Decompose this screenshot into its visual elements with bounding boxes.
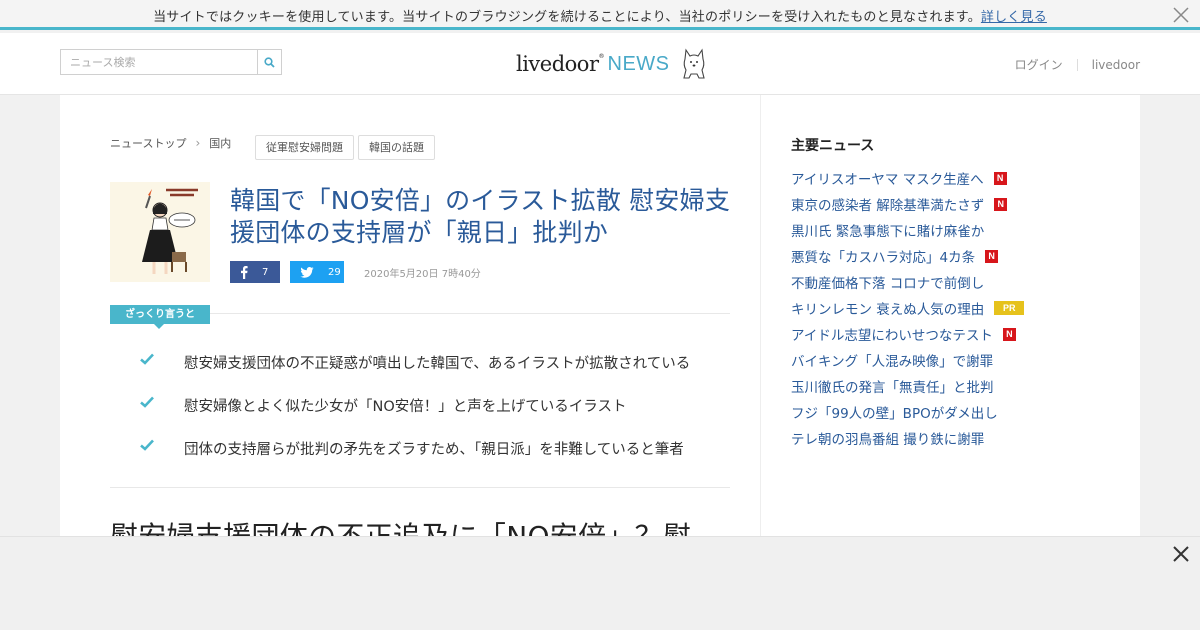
news-item-text: テレ朝の羽鳥番組 撮り鉄に謝罪 <box>791 432 985 448</box>
news-item[interactable]: 不動産価格下落 コロナで前倒し <box>791 269 1024 295</box>
news-item-text: 玉川徹氏の発言「無責任」と批判 <box>791 380 994 396</box>
news-item-text: 東京の感染者 解除基準満たさず <box>791 198 985 214</box>
cookie-details-link[interactable]: 詳しく見る <box>981 10 1047 25</box>
close-icon[interactable] <box>1172 545 1190 563</box>
logo-news: NEWS <box>607 52 670 75</box>
article-thumbnail[interactable] <box>110 182 210 282</box>
news-item-text: バイキング「人混み映像」で謝罪 <box>791 354 994 370</box>
bottom-ad-overlay <box>0 536 1200 630</box>
search-icon <box>264 56 275 68</box>
cookie-message: 当サイトではクッキーを使用しています。当サイトのブラウジングを続けることにより、… <box>0 6 1200 25</box>
article-tags: 従軍慰安婦問題 韓国の話題 <box>255 135 435 160</box>
facebook-icon <box>241 265 248 279</box>
search-input[interactable] <box>61 50 257 74</box>
site-header: livedoor ® NEWS ログイン livedoor <box>0 33 1200 95</box>
check-icon <box>140 439 154 451</box>
cookie-text: 当サイトではクッキーを使用しています。当サイトのブラウジングを続けることにより、… <box>153 10 981 25</box>
header-divider <box>1076 58 1078 71</box>
logo-livedoor: livedoor <box>516 52 599 76</box>
logo-registered-mark: ® <box>598 52 605 60</box>
facebook-share-button[interactable]: 7 <box>230 261 280 283</box>
chevron-right-icon: › <box>195 136 201 150</box>
summary-point-text: 慰安婦像とよく似た少女が「NO安倍！」と声を上げているイラスト <box>184 399 627 415</box>
breadcrumb-top[interactable]: ニューストップ <box>110 135 186 151</box>
news-item-text: アイリスオーヤマ マスク生産へ <box>791 172 984 188</box>
publish-date: 2020年5月20日 7時40分 <box>364 269 481 280</box>
article-divider <box>110 487 730 488</box>
breadcrumb-domestic[interactable]: 国内 <box>209 135 231 151</box>
summary-point-text: 団体の支持層らが批判の矛先をズラすため、「親日派」を非難していると筆者 <box>184 442 684 458</box>
twitter-share-button[interactable]: 29 <box>290 261 344 283</box>
news-item[interactable]: 東京の感染者 解除基準満たさず N <box>791 191 1024 217</box>
summary-point-text: 慰安婦支援団体の不正疑惑が噴出した韓国で、あるイラストが拡散されている <box>184 356 691 372</box>
breadcrumb: ニューストップ › 国内 <box>110 135 231 151</box>
news-item[interactable]: テレ朝の羽鳥番組 撮り鉄に謝罪 <box>791 425 1024 451</box>
login-link[interactable]: ログイン <box>1015 56 1063 73</box>
news-item[interactable]: 悪質な「カスハラ対応」4カ条 N <box>791 243 1024 269</box>
livedoor-link[interactable]: livedoor <box>1092 58 1140 72</box>
summary-label: ざっくり言うと <box>110 305 210 324</box>
twitter-share-count: 29 <box>328 266 341 278</box>
check-icon <box>140 353 154 365</box>
new-badge: N <box>985 249 999 263</box>
news-item[interactable]: 黒川氏 緊急事態下に賭け麻雀か <box>791 217 1024 243</box>
close-icon[interactable] <box>1172 6 1190 24</box>
tag-comfort-women[interactable]: 従軍慰安婦問題 <box>255 135 354 160</box>
top-news-list: アイリスオーヤマ マスク生産へ N 東京の感染者 解除基準満たさず N 黒川氏 緊急… <box>791 165 1025 451</box>
search-box <box>60 49 282 75</box>
news-item[interactable]: アイリスオーヤマ マスク生産へ N <box>791 165 1024 191</box>
news-item-text: 黒川氏 緊急事態下に賭け麻雀か <box>791 224 985 240</box>
summary-divider <box>210 313 730 314</box>
news-item[interactable]: 玉川徹氏の発言「無責任」と批判 <box>791 373 1024 399</box>
header-links: ログイン livedoor <box>1015 56 1140 73</box>
pr-badge: PR <box>994 301 1025 315</box>
new-badge: N <box>994 197 1008 211</box>
news-item-text: 不動産価格下落 コロナで前倒し <box>791 276 985 292</box>
new-badge: N <box>1002 327 1016 341</box>
check-icon <box>140 396 154 408</box>
twitter-icon <box>300 266 314 278</box>
summary-label-pointer <box>154 324 164 329</box>
facebook-share-count: 7 <box>262 266 269 278</box>
news-item[interactable]: アイドル志望にわいせつなテスト N <box>791 321 1024 347</box>
cookie-bar: 当サイトではクッキーを使用しています。当サイトのブラウジングを続けることにより、… <box>0 0 1200 30</box>
news-item-text: 悪質な「カスハラ対応」4カ条 <box>791 250 976 266</box>
news-item[interactable]: キリンレモン 衰えぬ人気の理由 PR <box>791 295 1025 321</box>
tag-korea[interactable]: 韓国の話題 <box>358 135 435 160</box>
news-item[interactable]: フジ「99人の壁」BPOがダメ出し <box>791 399 1024 425</box>
dog-mascot-icon <box>682 48 705 79</box>
site-logo[interactable]: livedoor ® NEWS <box>516 47 708 81</box>
top-news-heading: 主要ニュース <box>791 138 875 154</box>
news-item-text: フジ「99人の壁」BPOがダメ出し <box>791 406 998 422</box>
news-item[interactable]: バイキング「人混み映像」で謝罪 <box>791 347 1024 373</box>
news-item-text: キリンレモン 衰えぬ人気の理由 <box>791 302 985 318</box>
article-title: 韓国で「NO安倍」のイラスト拡散 慰安婦支援団体の支持層が「親日」批判か <box>230 186 731 247</box>
news-item-text: アイドル志望にわいせつなテスト <box>791 328 993 344</box>
search-button[interactable] <box>257 50 281 74</box>
new-badge: N <box>993 171 1007 185</box>
